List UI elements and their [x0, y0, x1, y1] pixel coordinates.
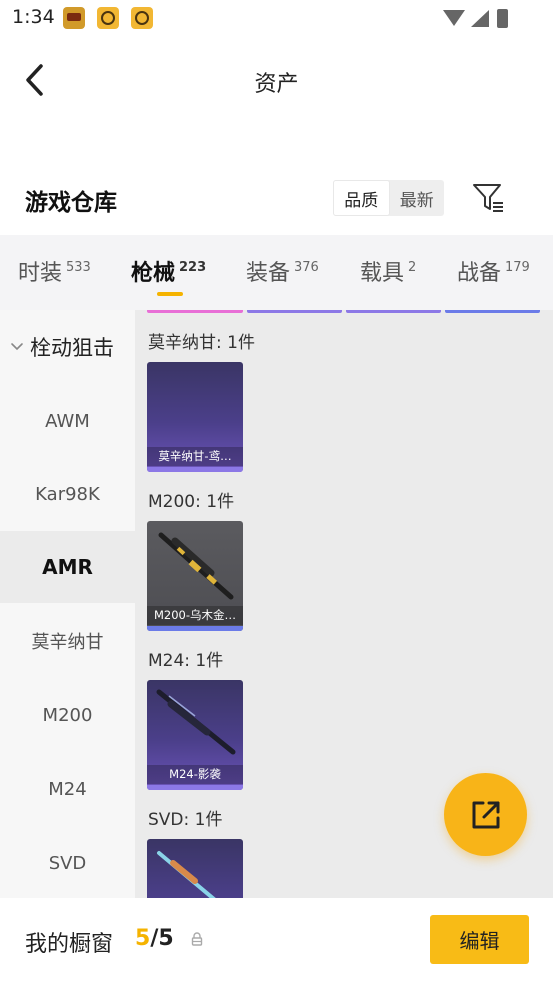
sort-latest-button[interactable]: 最新	[390, 180, 445, 216]
tab-label: 战备	[457, 261, 502, 286]
sidebar-item-amr[interactable]: AMR	[0, 531, 135, 603]
sidebar-group-label: 栓动狙击	[30, 336, 114, 360]
showcase-label: 我的橱窗	[25, 932, 114, 957]
showcase-bar: 我的橱窗 5/5 编辑	[0, 898, 553, 983]
notification-app-icon	[131, 7, 153, 29]
sort-toggle: 品质 最新	[333, 180, 444, 216]
page-title: 资产	[254, 72, 299, 97]
rarity-strip	[445, 310, 540, 313]
status-bar: 1:34	[0, 0, 553, 36]
sidebar-item-m24[interactable]: M24	[0, 753, 135, 825]
tab-label: 枪械	[131, 261, 176, 286]
notification-app-icon	[63, 7, 85, 29]
battery-icon	[497, 9, 508, 28]
tab-label: 时装	[18, 261, 63, 286]
tab-firearms[interactable]: 枪械 223	[131, 255, 206, 287]
section-title: SVD: 1件	[148, 810, 223, 830]
status-indicators	[443, 8, 513, 28]
tab-combat-gear[interactable]: 战备 179	[457, 255, 530, 287]
chevron-down-icon	[11, 343, 23, 351]
sidebar-item-svd[interactable]: SVD	[0, 827, 135, 899]
status-time: 1:34	[12, 6, 55, 28]
card-name: 莫辛纳甘-鸢…	[147, 447, 243, 466]
card-name: M24-影袭	[147, 765, 243, 784]
tab-count: 223	[179, 260, 207, 275]
tab-count: 533	[66, 260, 91, 275]
active-tab-indicator	[157, 292, 183, 296]
sidebar-item-kar98k[interactable]: Kar98K	[0, 458, 135, 530]
category-tabs: 时装 533 枪械 223 装备 376 载具 2 战备 179	[0, 235, 553, 310]
section-title: M24: 1件	[148, 651, 224, 671]
sidebar-item-m200[interactable]: M200	[0, 679, 135, 751]
showcase-total: 5	[158, 926, 174, 951]
share-button[interactable]	[444, 773, 527, 856]
sniper-rifle-image	[156, 689, 236, 755]
tab-count: 179	[505, 260, 530, 275]
section-title: 莫辛纳甘: 1件	[148, 333, 255, 353]
tab-label: 载具	[360, 261, 405, 286]
section-title: M200: 1件	[148, 492, 235, 512]
weapon-sidebar: 栓动狙击 AWM Kar98K AMR 莫辛纳甘 M200 M24 SVD	[0, 310, 135, 898]
showcase-current: 5	[135, 926, 151, 951]
signal-icon	[471, 10, 489, 27]
sidebar-group-bolt-action[interactable]: 栓动狙击	[8, 332, 114, 362]
weapon-card-svd[interactable]	[147, 839, 243, 898]
filter-button[interactable]	[472, 182, 506, 214]
tab-label: 装备	[246, 261, 291, 286]
rarity-strip	[247, 310, 342, 313]
sidebar-item-mosin[interactable]: 莫辛纳甘	[0, 605, 135, 677]
tab-equipment[interactable]: 装备 376	[246, 255, 319, 287]
tab-vehicles[interactable]: 载具 2	[360, 255, 416, 287]
notification-app-icon	[97, 7, 119, 29]
rarity-strip	[346, 310, 441, 313]
edit-button[interactable]: 编辑	[430, 915, 529, 964]
weapon-card-mosin[interactable]: 莫辛纳甘-鸢…	[147, 362, 243, 472]
tab-count: 376	[294, 260, 319, 275]
rarity-strip	[147, 310, 243, 313]
rarity-bar	[147, 626, 243, 631]
warehouse-title: 游戏仓库	[25, 190, 117, 216]
tab-count: 2	[408, 260, 417, 275]
app-header: 资产	[0, 50, 553, 110]
rarity-bar	[147, 467, 243, 472]
wifi-icon	[443, 10, 465, 26]
showcase-count: 5/5	[135, 926, 174, 951]
sniper-rifle-image	[158, 532, 234, 600]
share-external-icon	[472, 801, 499, 828]
filter-icon	[473, 184, 503, 212]
rarity-bar	[147, 785, 243, 790]
sidebar-item-awm[interactable]: AWM	[0, 385, 135, 457]
weapon-card-m200[interactable]: M200-乌木金…	[147, 521, 243, 631]
card-name: M200-乌木金…	[147, 606, 243, 625]
sort-quality-button[interactable]: 品质	[333, 180, 390, 216]
lock-icon	[191, 932, 203, 946]
tab-fashion[interactable]: 时装 533	[18, 255, 91, 287]
sniper-rifle-image	[157, 851, 216, 898]
weapon-card-m24[interactable]: M24-影袭	[147, 680, 243, 790]
